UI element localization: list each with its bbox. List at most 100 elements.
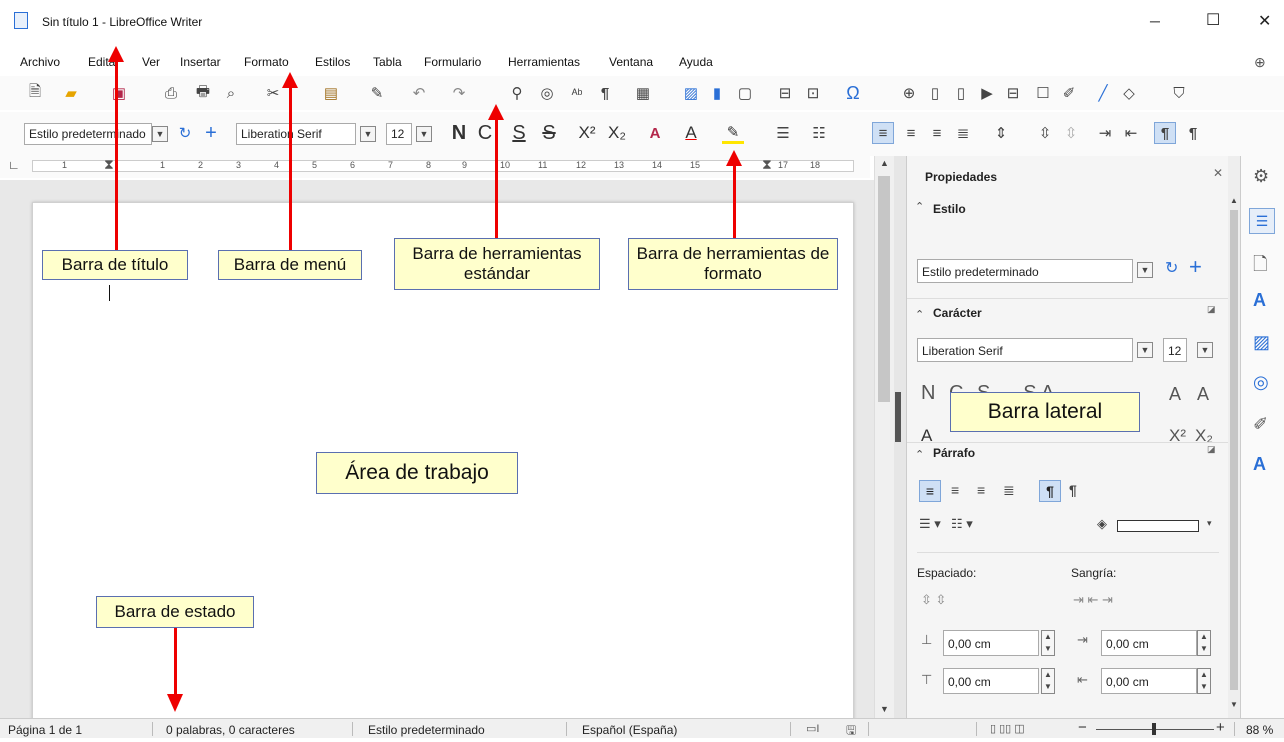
highlight-color-icon[interactable]: ✎ — [722, 122, 744, 144]
view-layout-icons[interactable]: ▯ ▯▯ ◫ — [990, 722, 1025, 735]
undo-icon[interactable]: ↶ — [408, 82, 430, 104]
numbered-list-icon[interactable]: ☷ ▾ — [951, 516, 973, 532]
bullet-list-icon[interactable]: ☰ ▾ — [919, 516, 941, 532]
insert-table-icon[interactable]: ▦ — [632, 82, 654, 104]
line-icon[interactable]: ╱ — [1092, 82, 1114, 104]
menu-herramientas[interactable]: Herramientas — [508, 55, 580, 69]
scroll-thumb[interactable] — [1230, 210, 1238, 690]
sidebar-font-color-icon[interactable]: A — [921, 426, 932, 446]
properties-tab-icon[interactable]: ☰ — [1249, 208, 1275, 234]
close-button[interactable]: ✕ — [1258, 11, 1271, 31]
rtl-paragraph-icon[interactable]: ¶ — [1069, 482, 1077, 498]
more-options-icon[interactable]: ◪ — [1207, 444, 1216, 455]
comment-icon[interactable]: ☐ — [1032, 82, 1054, 104]
left-indent-marker[interactable]: ⧗ — [104, 156, 114, 173]
special-character-icon[interactable]: Ω — [842, 82, 864, 104]
para-spacing-icon[interactable]: ⇳ — [1034, 122, 1056, 144]
zoom-in-icon[interactable]: + — [1216, 719, 1225, 736]
align-left-icon[interactable]: ≡ — [919, 480, 941, 502]
collapse-icon[interactable]: ⌃ — [915, 308, 924, 321]
formatting-marks-icon[interactable]: ¶ — [594, 82, 616, 104]
vertical-scrollbar[interactable]: ▲ ▼ — [874, 156, 894, 718]
sidebar-splitter[interactable] — [894, 156, 906, 718]
zoom-level[interactable]: 88 % — [1246, 723, 1273, 737]
justify-icon[interactable]: ≣ — [952, 122, 974, 144]
new-style-icon[interactable]: + — [1189, 254, 1202, 280]
styles-tab-icon[interactable]: A — [1253, 290, 1266, 311]
open-folder-icon[interactable]: ▰ — [60, 82, 82, 104]
bold-button[interactable]: N — [448, 122, 470, 144]
bookmark-icon[interactable]: ▶ — [976, 82, 998, 104]
find-replace-icon[interactable]: ⚲ — [506, 82, 528, 104]
para-spacing-icon[interactable]: ⇳ ⇳ — [921, 592, 946, 608]
font-name-combo[interactable]: Liberation Serif — [236, 123, 356, 145]
word-count[interactable]: 0 palabras, 0 caracteres — [166, 723, 295, 737]
font-size-combo[interactable]: 12 — [386, 123, 412, 145]
globe-icon[interactable]: ⊕ — [1254, 54, 1266, 71]
draw-functions-icon[interactable]: ⛉ — [1168, 82, 1190, 104]
font-name-dropdown[interactable]: ▼ — [360, 126, 376, 142]
style-section-header[interactable]: Estilo — [933, 202, 966, 216]
character-section-header[interactable]: Carácter — [933, 306, 982, 320]
spacing-above-spinner[interactable]: ▲ ▼ — [1041, 630, 1055, 656]
background-color-dropdown[interactable]: ▾ — [1207, 518, 1212, 529]
italic-button[interactable]: C — [474, 122, 496, 144]
redo-icon[interactable]: ↷ — [448, 82, 470, 104]
menu-tabla[interactable]: Tabla — [373, 55, 402, 69]
collapse-icon[interactable]: ⌃ — [915, 200, 924, 213]
numbered-list-icon[interactable]: ☷ — [808, 122, 830, 144]
collapse-icon[interactable]: ⌃ — [915, 448, 924, 461]
align-right-icon[interactable]: ≡ — [926, 122, 948, 144]
right-indent-marker[interactable]: ⧗ — [762, 156, 772, 173]
insert-chart-icon[interactable]: ▮ — [706, 82, 728, 104]
sidebar-settings-icon[interactable]: ⚙ — [1253, 166, 1269, 187]
cut-icon[interactable]: ✂ — [262, 82, 284, 104]
sidebar-size-combo[interactable]: 12 — [1163, 338, 1187, 362]
shrink-font-icon[interactable]: A — [1197, 384, 1209, 405]
scroll-down-arrow[interactable]: ▼ — [880, 704, 889, 714]
minimize-button[interactable]: ─ — [1150, 13, 1160, 29]
paragraph-section-header[interactable]: Párrafo — [933, 446, 975, 460]
sidebar-font-dropdown[interactable]: ▼ — [1137, 342, 1153, 358]
sidebar-subscript[interactable]: X₂ — [1195, 426, 1213, 446]
indent-before-spinner[interactable]: ▲ ▼ — [1197, 630, 1211, 656]
footnote-icon[interactable]: ▯ — [924, 82, 946, 104]
page-break-icon[interactable]: ⊟ — [774, 82, 796, 104]
sidebar-font-combo[interactable]: Liberation Serif — [917, 338, 1133, 362]
align-center-icon[interactable]: ≡ — [900, 122, 922, 144]
sidebar-size-dropdown[interactable]: ▼ — [1197, 342, 1213, 358]
menu-ver[interactable]: Ver — [142, 55, 160, 69]
indent-before-field[interactable]: 0,00 cm — [1101, 630, 1197, 656]
bullet-list-icon[interactable]: ☰ — [772, 122, 794, 144]
language[interactable]: Español (España) — [582, 723, 677, 737]
doc-modified-icon[interactable]: 🖫 — [846, 721, 856, 742]
paragraph-style-combo[interactable]: Estilo predeterminado — [24, 123, 152, 145]
menu-formato[interactable]: Formato — [244, 55, 289, 69]
clear-formatting-icon[interactable]: A — [644, 122, 666, 144]
basic-shapes-icon[interactable]: ◇ — [1118, 82, 1140, 104]
scroll-thumb[interactable] — [878, 176, 890, 402]
indent-after-spinner[interactable]: ▲ ▼ — [1197, 668, 1211, 694]
rtl-paragraph-icon[interactable]: ¶ — [1182, 122, 1204, 144]
zoom-out-icon[interactable]: − — [1078, 719, 1087, 736]
indent-after-field[interactable]: 0,00 cm — [1101, 668, 1197, 694]
menu-archivo[interactable]: Archivo — [20, 55, 60, 69]
insert-image-icon[interactable]: ▨ — [680, 82, 702, 104]
clone-formatting-icon[interactable]: ✎ — [366, 82, 388, 104]
spacing-below-spinner[interactable]: ▲ ▼ — [1041, 668, 1055, 694]
sidebar-style-combo[interactable]: Estilo predeterminado — [917, 259, 1133, 283]
navigator-tab-icon[interactable]: ◎ — [1253, 372, 1269, 393]
scroll-down-arrow[interactable]: ▼ — [1230, 700, 1238, 709]
track-changes-icon[interactable]: ✐ — [1058, 82, 1080, 104]
cross-reference-icon[interactable]: ⊟ — [1002, 82, 1024, 104]
scroll-up-arrow[interactable]: ▲ — [1230, 196, 1238, 205]
hyperlink-icon[interactable]: ⊕ — [898, 82, 920, 104]
insert-mode-icon[interactable]: ▭I — [806, 722, 819, 735]
para-spacing-decrease-icon[interactable]: ⇳ — [1060, 122, 1082, 144]
indent-increase-icon[interactable]: ⇥ — [1094, 122, 1116, 144]
page-tab-icon[interactable]: 🗋 — [1253, 252, 1267, 282]
paste-icon[interactable]: ▤ — [320, 82, 342, 104]
sidebar-scrollbar[interactable]: ▲ ▼ — [1228, 156, 1240, 718]
sidebar-style-dropdown[interactable]: ▼ — [1137, 262, 1153, 278]
more-options-icon[interactable]: ◪ — [1207, 304, 1216, 315]
